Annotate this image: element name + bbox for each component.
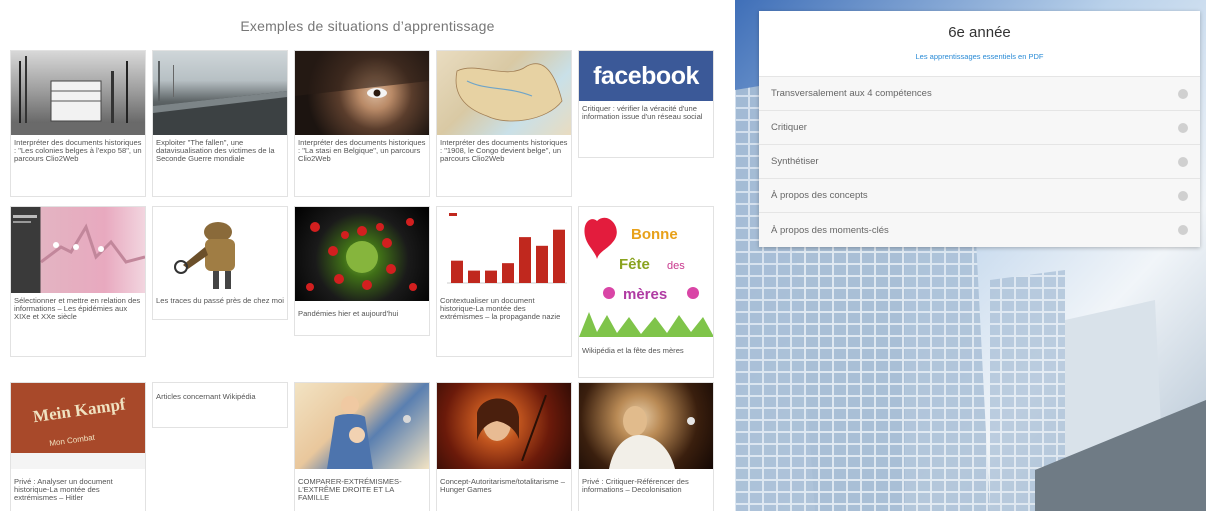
chart-bar: [536, 245, 548, 283]
chart-bar: [451, 260, 463, 283]
card-thumbnail[interactable]: [579, 383, 713, 469]
card-caption[interactable]: Interpréter des documents historiques : …: [11, 135, 145, 168]
chart-bar: [519, 237, 531, 283]
panel-title: 6e année: [948, 24, 1011, 41]
chart-bar: [485, 270, 497, 283]
card-caption[interactable]: Interpréter des documents historiques : …: [437, 135, 571, 168]
card-facebook[interactable]: facebook Critiquer : vérifier la véracit…: [578, 50, 714, 158]
card-caption[interactable]: Contextualiser un document historique-La…: [437, 293, 571, 326]
accordion-label: À propos des moments-clés: [771, 224, 889, 236]
card-propagande[interactable]: Contextualiser un document historique-La…: [436, 206, 572, 357]
card-articles-wikipedia[interactable]: Articles concernant Wikipédia: [152, 382, 288, 428]
thumb-text-des: des: [667, 260, 685, 272]
expand-dot-icon[interactable]: [1178, 225, 1188, 235]
expand-dot-icon[interactable]: [1178, 122, 1188, 133]
chart-bar: [468, 270, 480, 283]
card-stasi[interactable]: Interpréter des documents historiques : …: [294, 50, 430, 197]
card-caption[interactable]: Les traces du passé près de chez moi: [153, 293, 287, 309]
card-caption[interactable]: Articles concernant Wikipédia: [153, 383, 287, 405]
facebook-logo: facebook: [593, 61, 699, 90]
accordion-label: Transversalement aux 4 compétences: [771, 88, 932, 99]
card-thumbnail[interactable]: [11, 51, 145, 135]
sidebar-background: 6e année Les apprentissages essentiels e…: [735, 0, 1206, 511]
card-thumbnail[interactable]: [153, 51, 287, 135]
card-thumbnail[interactable]: Mein Kampf Mon Combat: [11, 383, 145, 469]
accordion-label: À propos des concepts: [771, 190, 868, 201]
card-hunger-games[interactable]: Concept-Autoritarisme/totalitarisme – Hu…: [436, 382, 572, 511]
accordion-transversalement[interactable]: Transversalement aux 4 compétences: [759, 77, 1200, 111]
card-thumbnail[interactable]: Bonne Fête des mères: [579, 207, 713, 337]
card-thumbnail[interactable]: [437, 51, 571, 135]
section-title: Exemples de situations d’apprentissage: [240, 18, 495, 34]
chart-bar: [553, 229, 565, 283]
card-thumbnail[interactable]: [295, 207, 429, 301]
card-the-fallen[interactable]: Exploiter "The fallen", une datavisualis…: [152, 50, 288, 197]
card-caption[interactable]: COMPARER-EXTRÉMISMES-L'EXTRÊME DROITE ET…: [295, 469, 429, 507]
thumb-text-bonne: Bonne: [631, 226, 678, 243]
panel-header: 6e année Les apprentissages essentiels e…: [759, 11, 1200, 77]
chart-bar: [502, 263, 514, 283]
accordion-label: Synthétiser: [771, 156, 819, 167]
accordion-concepts[interactable]: À propos des concepts: [759, 179, 1200, 213]
expand-dot-icon[interactable]: [1178, 156, 1188, 167]
accordion-moments-cles[interactable]: À propos des moments-clés: [759, 213, 1200, 247]
card-thumbnail[interactable]: [11, 207, 145, 293]
accordion-synthetiser[interactable]: Synthétiser: [759, 145, 1200, 179]
card-comparer[interactable]: COMPARER-EXTRÉMISMES-L'EXTRÊME DROITE ET…: [294, 382, 430, 511]
bar-chart: [447, 213, 567, 284]
card-caption[interactable]: Wikipédia et la fête des mères: [579, 337, 713, 359]
card-thumbnail[interactable]: [437, 207, 571, 293]
expand-dot-icon[interactable]: [1178, 88, 1188, 99]
card-thumbnail[interactable]: [437, 383, 571, 469]
card-expo58[interactable]: Interpréter des documents historiques : …: [10, 50, 146, 197]
card-caption[interactable]: Interpréter des documents historiques : …: [295, 135, 429, 168]
thumb-text-meres: mères: [623, 286, 667, 303]
accordion-label: Critiquer: [771, 122, 807, 133]
card-thumbnail[interactable]: [153, 207, 287, 293]
content-area: Exemples de situations d’apprentissage I…: [0, 0, 735, 511]
card-thumbnail[interactable]: [295, 383, 429, 469]
year-panel: 6e année Les apprentissages essentiels e…: [759, 11, 1200, 247]
thumb-text-fete: Fête: [619, 256, 650, 273]
card-caption[interactable]: Privé : Critiquer-Référencer des informa…: [579, 469, 713, 498]
card-thumbnail[interactable]: facebook: [579, 51, 713, 101]
legend-swatch: [449, 213, 457, 216]
card-congo[interactable]: Interpréter des documents historiques : …: [436, 50, 572, 197]
card-caption[interactable]: Sélectionner et mettre en relation des i…: [11, 293, 145, 326]
card-epidemies[interactable]: Sélectionner et mettre en relation des i…: [10, 206, 146, 357]
pdf-link[interactable]: Les apprentissages essentiels en PDF: [759, 52, 1200, 61]
card-caption[interactable]: Pandémies hier et aujourd'hui: [295, 301, 429, 322]
accordion-critiquer[interactable]: Critiquer: [759, 111, 1200, 145]
card-thumbnail[interactable]: [295, 51, 429, 135]
card-caption[interactable]: Exploiter "The fallen", une datavisualis…: [153, 135, 287, 168]
card-caption[interactable]: Privé : Analyser un document historique-…: [11, 469, 145, 507]
card-decolonisation[interactable]: Privé : Critiquer-Référencer des informa…: [578, 382, 714, 511]
card-caption[interactable]: Concept-Autoritarisme/totalitarisme – Hu…: [437, 469, 571, 498]
card-caption[interactable]: Critiquer : vérifier la véracité d'une i…: [579, 101, 713, 125]
card-fete-meres[interactable]: Bonne Fête des mères Wikipédia et la fêt…: [578, 206, 714, 378]
card-traces[interactable]: Les traces du passé près de chez moi: [152, 206, 288, 320]
card-hitler[interactable]: Mein Kampf Mon Combat Privé : Analyser u…: [10, 382, 146, 511]
expand-dot-icon[interactable]: [1178, 190, 1188, 201]
card-pandemies[interactable]: Pandémies hier et aujourd'hui: [294, 206, 430, 336]
